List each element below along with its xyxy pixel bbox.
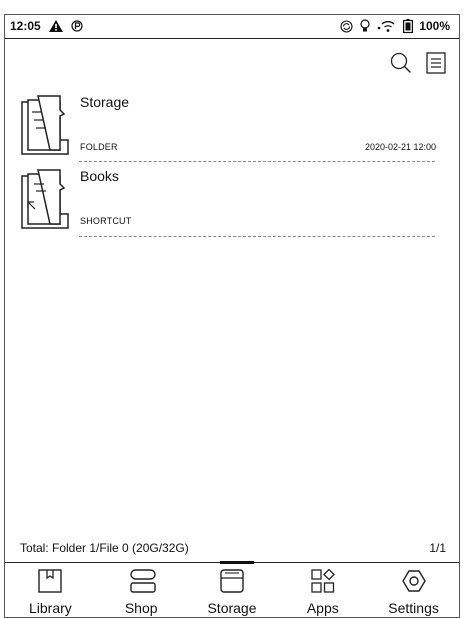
- item-name: Books: [80, 168, 119, 184]
- list-menu-icon[interactable]: [426, 52, 446, 79]
- list-item[interactable]: Storage FOLDER 2020-02-21 12:00: [20, 92, 436, 160]
- item-name: Storage: [80, 94, 130, 110]
- nav-label: Storage: [207, 600, 257, 616]
- settings-icon: [401, 569, 427, 593]
- wifi-icon: [377, 20, 397, 33]
- list-item[interactable]: Books SHORTCUT: [20, 166, 436, 234]
- clock: 12:05: [10, 19, 41, 33]
- nav-label: Library: [29, 600, 72, 616]
- storage-summary: Total: Folder 1/File 0 (20G/32G) 1/1: [20, 541, 446, 555]
- frontlight-icon: [359, 19, 371, 33]
- search-icon[interactable]: [390, 52, 412, 79]
- status-separator: [5, 38, 459, 39]
- shop-icon: [128, 569, 156, 593]
- storage-icon: [219, 569, 245, 593]
- p-notification-icon: [71, 20, 83, 32]
- nav-library[interactable]: Library: [5, 564, 96, 618]
- library-icon: [37, 569, 63, 593]
- warning-icon: [48, 20, 63, 32]
- total-count: Total: Folder 1/File 0 (20G/32G): [20, 541, 189, 555]
- page-indicator: 1/1: [429, 541, 446, 555]
- nav-apps[interactable]: Apps: [277, 564, 368, 618]
- sync-icon: [340, 19, 353, 33]
- item-divider: [79, 161, 435, 162]
- item-date: 2020-02-21 12:00: [364, 142, 436, 152]
- item-type: SHORTCUT: [80, 216, 132, 226]
- nav-label: Shop: [124, 600, 158, 616]
- nav-shop[interactable]: Shop: [96, 564, 187, 618]
- nav-settings[interactable]: Settings: [368, 564, 459, 618]
- nav-label: Apps: [306, 600, 339, 616]
- battery-icon: [403, 19, 414, 33]
- nav-storage[interactable]: Storage: [187, 564, 278, 618]
- nav-label: Settings: [388, 600, 439, 616]
- toolbar: [390, 52, 446, 79]
- status-bar: 12:05 100%: [10, 18, 450, 34]
- shortcut-icon: [20, 166, 69, 229]
- battery-level: 100%: [419, 19, 450, 33]
- folder-icon: [20, 92, 69, 155]
- item-divider: [79, 236, 435, 237]
- bottom-nav: Library Shop Storage Apps Settings: [5, 564, 459, 618]
- item-type: FOLDER: [80, 142, 118, 152]
- apps-icon: [310, 568, 336, 593]
